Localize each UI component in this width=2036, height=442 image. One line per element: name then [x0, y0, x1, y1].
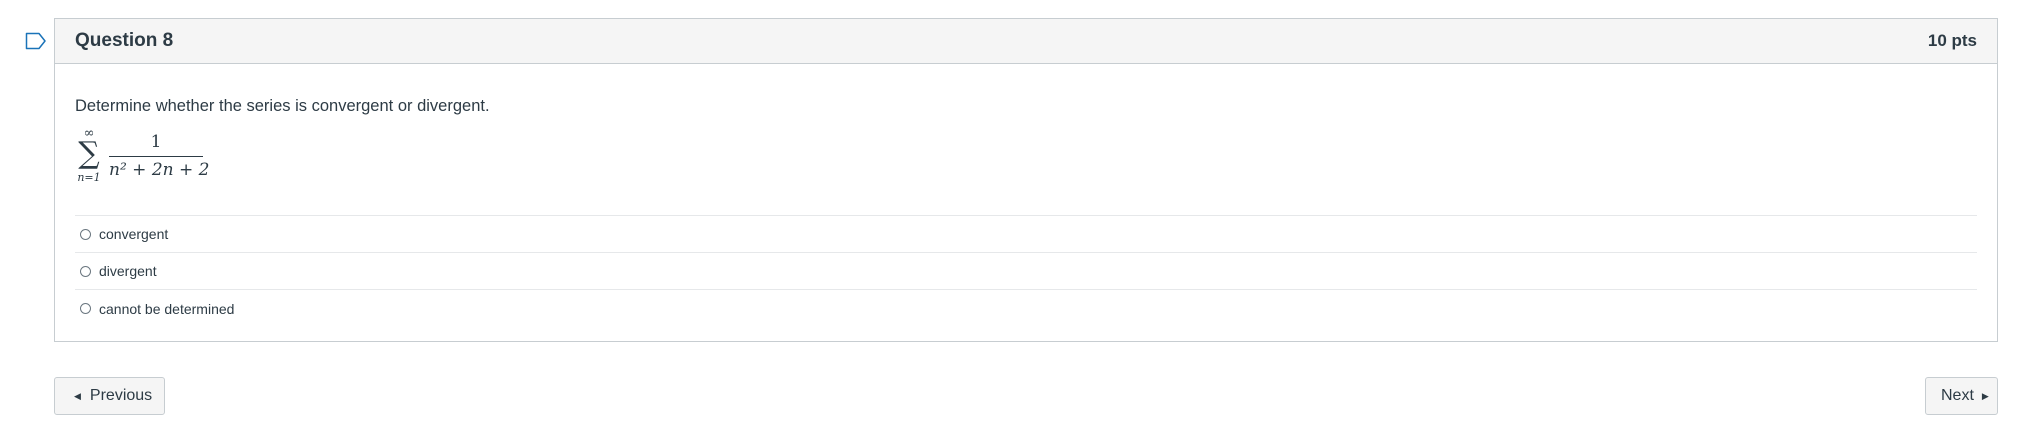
- question-text: Determine whether the series is converge…: [75, 97, 490, 115]
- radio-button[interactable]: [80, 303, 91, 314]
- question-card: Question 8 10 pts Determine whether the …: [54, 18, 1998, 342]
- fraction-numerator: 1: [150, 132, 162, 152]
- answer-label: cannot be determined: [99, 300, 235, 317]
- previous-button[interactable]: ◀ Previous: [54, 377, 165, 415]
- summation-lower-limit: n=1: [77, 171, 101, 184]
- next-label: Next: [1941, 387, 1974, 404]
- next-button[interactable]: Next ▶: [1925, 377, 1998, 415]
- radio-button[interactable]: [80, 265, 91, 277]
- answer-label: convergent: [99, 226, 169, 242]
- answer-list: convergent divergent cannot be determine…: [75, 215, 1977, 327]
- sigma-symbol: ∑: [78, 136, 100, 171]
- quiz-page: Question 8 10 pts Determine whether the …: [0, 0, 2036, 442]
- answer-option-divergent[interactable]: divergent: [75, 253, 1977, 290]
- caret-left-icon: ◀: [74, 390, 81, 401]
- question-points: 10 pts: [1927, 31, 1977, 50]
- fraction-bar: [109, 156, 203, 157]
- previous-label: Previous: [89, 387, 153, 404]
- series-formula: ∞ ∑ n=1 1 n² + 2n + 2: [75, 126, 1977, 192]
- question-title: Question 8: [75, 30, 174, 51]
- radio-button[interactable]: [80, 228, 91, 240]
- answer-label: divergent: [99, 263, 157, 279]
- fraction-denominator: n² + 2n + 2: [109, 160, 210, 180]
- question-body: Determine whether the series is converge…: [55, 64, 1997, 327]
- answer-option-cannot-be-determined[interactable]: cannot be determined: [75, 290, 1977, 327]
- answer-option-convergent[interactable]: convergent: [75, 216, 1977, 253]
- question-header: Question 8 10 pts: [55, 19, 1997, 64]
- flag-question-icon[interactable]: [25, 32, 47, 50]
- caret-right-icon: ▶: [1981, 390, 1989, 401]
